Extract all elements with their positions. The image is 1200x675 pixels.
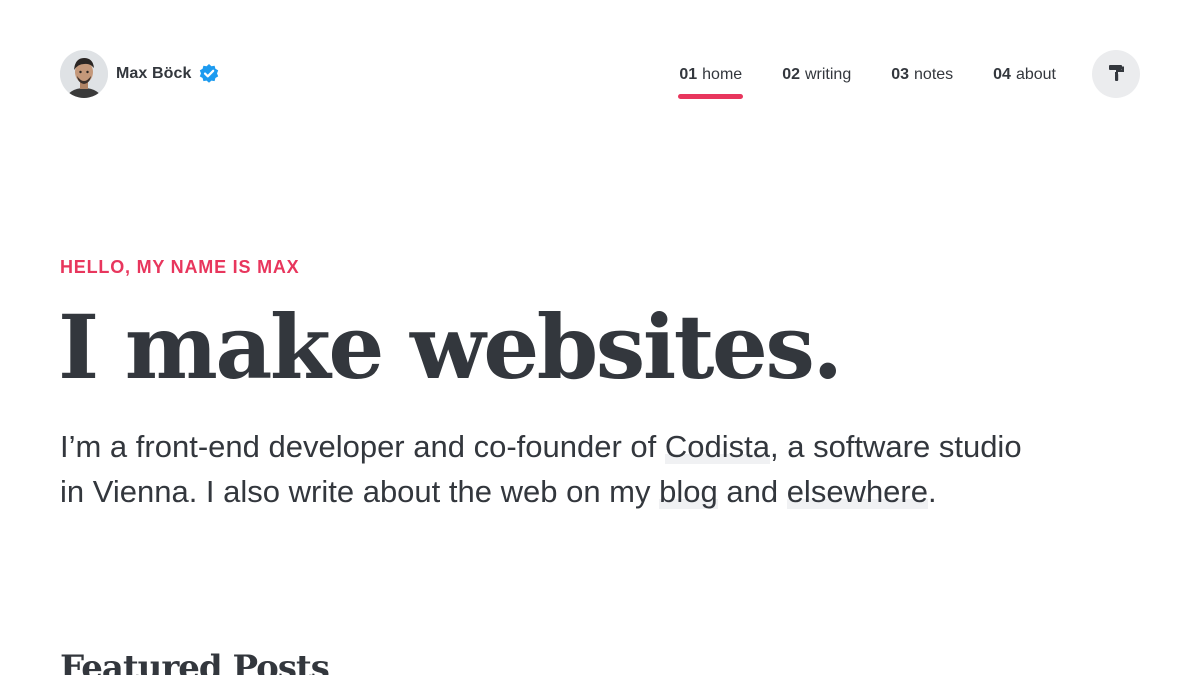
nav-item-writing[interactable]: 02 writing	[782, 64, 851, 86]
hero-intro: I’m a front-end developer and co-founder…	[60, 424, 1050, 514]
blog-link[interactable]: blog	[659, 474, 718, 509]
hero-headline: I make websites.	[58, 295, 843, 399]
hero-eyebrow: HELLO, MY NAME IS MAX	[60, 257, 300, 277]
nav-item-number: 01	[679, 66, 698, 83]
theme-toggle-button[interactable]	[1092, 50, 1140, 98]
nav-item-label: about	[1015, 66, 1056, 83]
nav-item-label: home	[702, 66, 743, 83]
main-nav: 01 home 02 writing 03 notes 04 about	[678, 64, 1056, 99]
nav-item-number: 04	[993, 66, 1011, 83]
intro-text: .	[928, 474, 937, 509]
nav-item-notes[interactable]: 03 notes	[891, 64, 953, 86]
avatar	[60, 50, 108, 98]
nav-item-number: 02	[782, 66, 800, 83]
intro-text: and	[717, 474, 787, 509]
nav-item-number: 03	[891, 66, 910, 83]
intro-text: I’m a front-end developer and co-founder…	[60, 429, 665, 464]
site-brand-link[interactable]: Max Böck	[60, 50, 220, 98]
paint-roller-icon	[1107, 64, 1125, 85]
site-owner-name: Max Böck	[116, 65, 192, 82]
nav-item-about[interactable]: 04 about	[993, 64, 1056, 86]
featured-posts-title: Featured Posts	[60, 648, 330, 675]
elsewhere-link[interactable]: elsewhere	[786, 474, 928, 509]
verified-badge-icon	[198, 63, 220, 85]
nav-item-home[interactable]: 01 home	[678, 64, 744, 99]
nav-item-label: notes	[914, 66, 954, 83]
codista-link[interactable]: Codista	[664, 429, 770, 464]
nav-item-label: writing	[804, 66, 852, 83]
site-header: Max Böck 01 home 02 writing 03 notes 04 …	[0, 0, 1200, 150]
